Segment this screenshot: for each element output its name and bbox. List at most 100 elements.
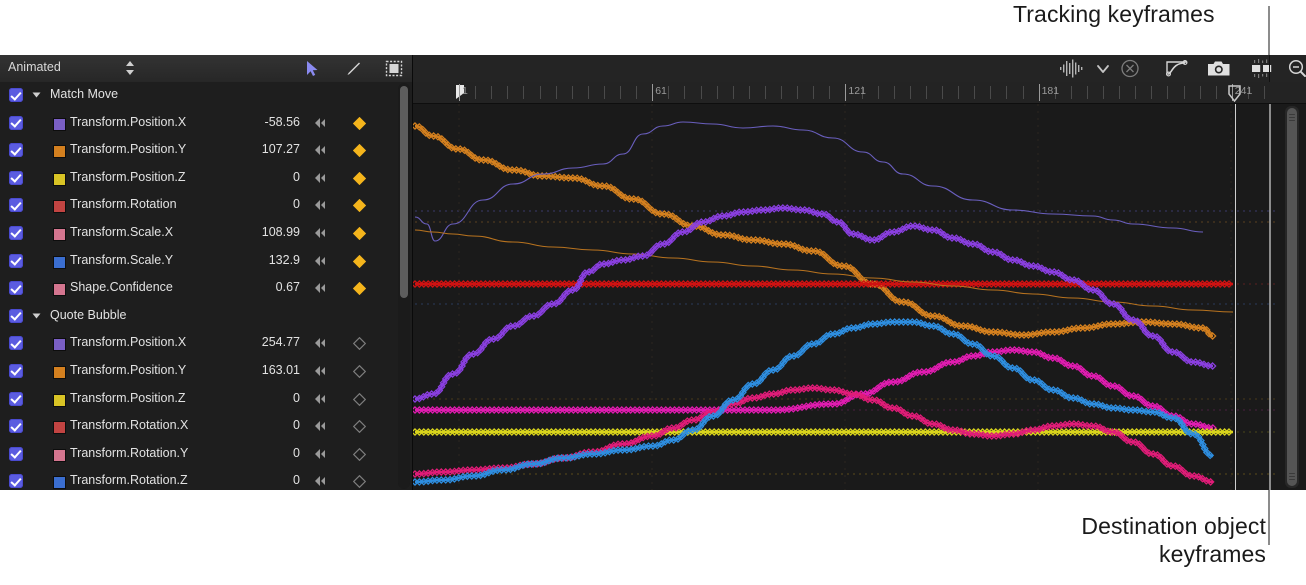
magnifier-minus-icon[interactable]: [1286, 58, 1306, 79]
parameter-list-scrollbar[interactable]: [398, 83, 410, 489]
keyframe-markers[interactable]: [413, 281, 1232, 287]
parameter-enable-checkbox[interactable]: [9, 364, 23, 378]
parameter-group-row[interactable]: Quote Bubble: [0, 303, 412, 331]
parameter-enable-checkbox[interactable]: [9, 254, 23, 268]
parameter-row[interactable]: Transform.Scale.X108.99: [0, 220, 412, 248]
parameter-row[interactable]: Transform.Rotation.Z0: [0, 468, 412, 490]
parameter-enable-checkbox[interactable]: [9, 336, 23, 350]
previous-keyframe-icon[interactable]: [312, 447, 328, 461]
group-disclosure-triangle[interactable]: [33, 93, 41, 98]
previous-keyframe-icon[interactable]: [312, 171, 328, 185]
keyframe-toggle-icon[interactable]: [353, 448, 366, 461]
parameter-name: Transform.Rotation.Y: [70, 446, 188, 460]
parameter-list[interactable]: Match MoveTransform.Position.X-58.56Tran…: [0, 82, 413, 490]
up-down-chevron-icon[interactable]: [124, 59, 136, 77]
parameter-row[interactable]: Transform.Rotation.X0: [0, 413, 412, 441]
parameter-enable-checkbox[interactable]: [9, 281, 23, 295]
chevron-down-icon[interactable]: [1095, 58, 1111, 79]
keyframe-markers[interactable]: [413, 123, 1216, 339]
keyframe-toggle-icon[interactable]: [353, 337, 366, 350]
parameter-enable-checkbox[interactable]: [9, 88, 23, 102]
keyframe-toggle-icon[interactable]: [353, 172, 366, 185]
parameter-enable-checkbox[interactable]: [9, 143, 23, 157]
previous-keyframe-icon[interactable]: [312, 281, 328, 295]
parameter-color-swatch: [53, 256, 66, 269]
curve-editor[interactable]: 161121181241: [413, 82, 1306, 490]
playhead-handle[interactable]: [1228, 85, 1241, 102]
previous-keyframe-icon[interactable]: [312, 474, 328, 488]
curve-path[interactable]: [415, 122, 1203, 241]
previous-keyframe-icon[interactable]: [312, 143, 328, 157]
parameter-value[interactable]: 0: [293, 170, 300, 184]
curve-editor-scrollbar[interactable]: [1285, 106, 1299, 488]
parameter-value[interactable]: 0: [293, 197, 300, 211]
parameter-value[interactable]: 0.67: [276, 280, 300, 294]
parameter-value[interactable]: 108.99: [262, 225, 300, 239]
keyframe-toggle-icon[interactable]: [353, 227, 366, 240]
parameter-group-row[interactable]: Match Move: [0, 82, 412, 110]
keyframe-toggle-icon[interactable]: [353, 393, 366, 406]
parameter-value[interactable]: -58.56: [265, 115, 300, 129]
parameter-row[interactable]: Transform.Position.Z0: [0, 386, 412, 414]
previous-keyframe-icon[interactable]: [312, 198, 328, 212]
parameter-enable-checkbox[interactable]: [9, 447, 23, 461]
parameter-list-scroll-thumb[interactable]: [400, 86, 408, 298]
parameter-enable-checkbox[interactable]: [9, 116, 23, 130]
parameter-row[interactable]: Transform.Position.X-58.56: [0, 110, 412, 138]
x-circle-icon[interactable]: [1119, 58, 1141, 79]
fit-curves-icon[interactable]: [1249, 58, 1275, 79]
keyframe-toggle-icon[interactable]: [353, 420, 366, 433]
timeline-ruler[interactable]: 161121181241: [413, 82, 1306, 104]
playhead-line[interactable]: [1235, 104, 1236, 490]
curve-graph-area[interactable]: [413, 104, 1306, 490]
parameter-row[interactable]: Shape.Confidence0.67: [0, 275, 412, 303]
parameter-value[interactable]: 254.77: [262, 335, 300, 349]
group-disclosure-triangle[interactable]: [33, 313, 41, 318]
parameter-value[interactable]: 107.27: [262, 142, 300, 156]
animation-filter-label[interactable]: Animated: [8, 60, 61, 74]
parameter-row[interactable]: Transform.Rotation.Y 0: [0, 441, 412, 469]
marquee-select-icon[interactable]: [384, 59, 404, 78]
parameter-enable-checkbox[interactable]: [9, 309, 23, 323]
parameter-enable-checkbox[interactable]: [9, 226, 23, 240]
keyframe-toggle-icon[interactable]: [353, 117, 366, 130]
previous-keyframe-icon[interactable]: [312, 392, 328, 406]
parameter-value[interactable]: 0: [293, 473, 300, 487]
parameter-enable-checkbox[interactable]: [9, 171, 23, 185]
keyframe-toggle-icon[interactable]: [353, 475, 366, 488]
curve-editor-scroll-thumb[interactable]: [1287, 108, 1297, 486]
parameter-row[interactable]: Transform.Position.Y107.27: [0, 137, 412, 165]
previous-keyframe-icon[interactable]: [312, 226, 328, 240]
parameter-value[interactable]: 0: [293, 418, 300, 432]
keyframe-toggle-icon[interactable]: [353, 144, 366, 157]
previous-keyframe-icon[interactable]: [312, 364, 328, 378]
keyframe-toggle-icon[interactable]: [353, 365, 366, 378]
parameter-enable-checkbox[interactable]: [9, 198, 23, 212]
keyframe-toggle-icon[interactable]: [353, 255, 366, 268]
audio-waveform-icon[interactable]: [1058, 58, 1086, 79]
keyframe-markers[interactable]: [413, 205, 1216, 402]
pencil-icon[interactable]: [344, 59, 364, 78]
previous-keyframe-icon[interactable]: [312, 336, 328, 350]
previous-keyframe-icon[interactable]: [312, 419, 328, 433]
parameter-row[interactable]: Transform.Scale.Y132.9: [0, 248, 412, 276]
curve-path[interactable]: [415, 230, 1233, 312]
parameter-value[interactable]: 132.9: [269, 253, 300, 267]
parameter-value[interactable]: 163.01: [262, 363, 300, 377]
parameter-value[interactable]: 0: [293, 446, 300, 460]
parameter-row[interactable]: Transform.Position.Z0: [0, 165, 412, 193]
parameter-row[interactable]: Transform.Rotation0: [0, 192, 412, 220]
camera-icon[interactable]: [1206, 58, 1232, 79]
parameter-enable-checkbox[interactable]: [9, 392, 23, 406]
arrow-cursor-icon[interactable]: [302, 59, 322, 78]
animation-curve-icon[interactable]: [1164, 58, 1190, 79]
previous-keyframe-icon[interactable]: [312, 254, 328, 268]
previous-keyframe-icon[interactable]: [312, 116, 328, 130]
parameter-row[interactable]: Transform.Position.Y163.01: [0, 358, 412, 386]
keyframe-toggle-icon[interactable]: [353, 199, 366, 212]
parameter-row[interactable]: Transform.Position.X254.77: [0, 330, 412, 358]
parameter-enable-checkbox[interactable]: [9, 474, 23, 488]
parameter-value[interactable]: 0: [293, 391, 300, 405]
keyframe-toggle-icon[interactable]: [353, 282, 366, 295]
parameter-enable-checkbox[interactable]: [9, 419, 23, 433]
